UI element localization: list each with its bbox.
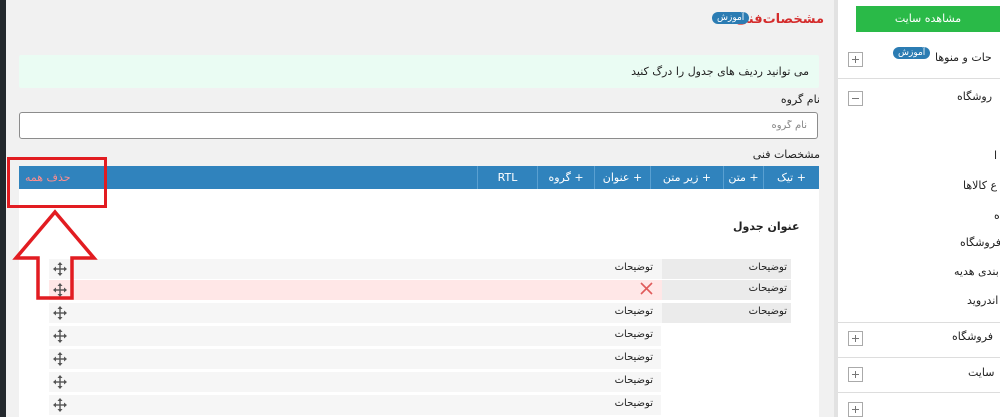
rtl-button[interactable]: RTL [477, 166, 537, 189]
table-row[interactable]: توضیحات توضیحات [49, 303, 791, 323]
specs-label: مشخصات فنی [752, 148, 820, 161]
view-site-button[interactable]: مشاهده سایت [856, 6, 1000, 32]
drag-move-icon[interactable] [53, 398, 67, 412]
sidebar-item-site[interactable]: سایت [968, 366, 994, 379]
sidebar-divider [838, 392, 1000, 393]
add-text-button[interactable]: + متن [723, 166, 763, 189]
sidebar-subitem[interactable]: بندی هدیه [954, 265, 999, 278]
annotation-highlight-box [7, 157, 107, 208]
drag-move-icon[interactable] [53, 352, 67, 366]
sidebar-subitem[interactable]: ا [994, 149, 997, 162]
group-name-label: نام گروه [780, 93, 820, 106]
add-group-button[interactable]: + گروه [537, 166, 594, 189]
remove-row-icon[interactable] [640, 282, 653, 295]
table-row[interactable]: توضیحات [49, 280, 791, 300]
row-right-text[interactable]: توضیحات [749, 306, 787, 317]
sidebar-subitem[interactable]: فروشگاه [960, 236, 1000, 249]
row-left-text[interactable]: توضیحات [615, 306, 653, 317]
table-title: عنوان جدول [733, 220, 800, 233]
collapse-icon[interactable] [848, 91, 863, 106]
expand-icon[interactable] [848, 52, 863, 67]
expand-icon[interactable] [848, 402, 863, 417]
sidebar-divider [838, 357, 1000, 358]
add-tick-button[interactable]: + تیک [763, 166, 819, 189]
drag-move-icon[interactable] [53, 329, 67, 343]
table-row[interactable]: توضیحات توضیحات [49, 259, 791, 279]
sidebar-item-store[interactable]: روشگاه [957, 90, 992, 103]
row-left-text[interactable]: توضیحات [615, 398, 653, 409]
page-title: مشخصات‌فنی [735, 12, 824, 27]
row-left-text[interactable]: توضیحات [615, 375, 653, 386]
sidebar-subitem[interactable]: ه [994, 209, 1000, 222]
tutorial-badge[interactable]: آموزش [712, 12, 750, 24]
row-right-text[interactable]: توضیحات [749, 262, 787, 273]
drag-info-text: می توانید ردیف های جدول را درگ کنید [631, 65, 809, 78]
sidebar-divider [838, 322, 1000, 323]
add-title-button[interactable]: + عنوان [594, 166, 650, 189]
drag-info-notice: می توانید ردیف های جدول را درگ کنید [19, 55, 819, 88]
drag-move-icon[interactable] [53, 306, 67, 320]
group-name-input[interactable] [19, 112, 818, 139]
sidebar-item-pages-menus[interactable]: حات و منوها [935, 51, 992, 64]
row-left-text[interactable]: توضیحات [615, 329, 653, 340]
row-left-text[interactable]: توضیحات [615, 352, 653, 363]
row-right-text[interactable]: توضیحات [749, 283, 787, 294]
sidebar-subitem[interactable]: ع کالاها [963, 179, 997, 192]
add-subtext-button[interactable]: + زیر متن [650, 166, 723, 189]
sidebar-subitem[interactable]: اندروید [967, 294, 998, 307]
expand-icon[interactable] [848, 367, 863, 382]
specs-toolbar: حذف همه + تیک + متن + زیر متن + عنوان + … [19, 166, 819, 189]
row-left-text[interactable]: توضیحات [615, 262, 653, 273]
table-row[interactable]: توضیحات [49, 372, 661, 392]
expand-icon[interactable] [848, 331, 863, 346]
sidebar-divider [838, 78, 1000, 79]
table-row[interactable]: توضیحات [49, 395, 661, 415]
sidebar-item-store-settings[interactable]: فروشگاه [952, 330, 993, 343]
sidebar-tutorial-badge[interactable]: آموزش [893, 47, 931, 59]
table-row[interactable]: توضیحات [49, 349, 661, 369]
table-row[interactable]: توضیحات [49, 326, 661, 346]
drag-move-icon[interactable] [53, 375, 67, 389]
annotation-up-arrow-icon [12, 209, 98, 300]
